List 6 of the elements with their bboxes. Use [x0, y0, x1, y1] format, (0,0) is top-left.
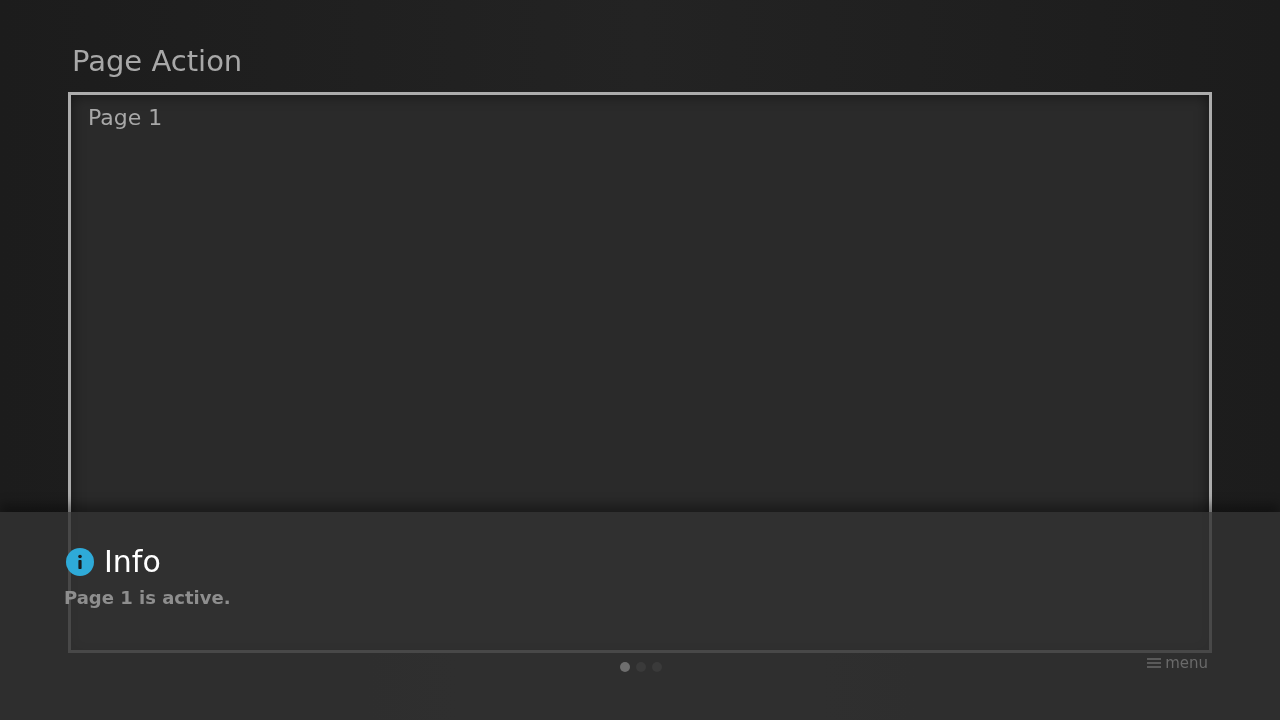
page-indicator-dot[interactable] — [620, 662, 630, 672]
page-title: Page Action — [72, 43, 244, 80]
info-title: Info — [104, 544, 161, 579]
page-label: Page 1 — [88, 105, 163, 130]
info-icon — [66, 547, 94, 576]
menu-icon — [1147, 658, 1162, 668]
